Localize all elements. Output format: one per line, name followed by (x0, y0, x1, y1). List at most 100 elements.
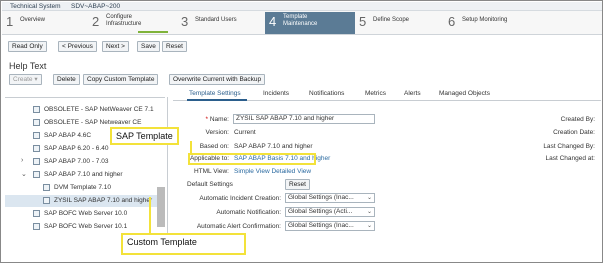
roadmap: 1 Overview 2 Configure Infrastructure 3 … (2, 11, 602, 35)
chevron-down-icon: ⌄ (366, 195, 372, 201)
create-label: Create (13, 76, 33, 83)
version-label: Version: (205, 129, 230, 136)
tab-notifications[interactable]: Notifications (309, 90, 344, 97)
step-number: 5 (359, 14, 367, 29)
template-icon (33, 119, 40, 126)
name-label: * Name: (205, 116, 230, 123)
delete-button[interactable]: Delete (53, 74, 80, 85)
tree-item[interactable]: SAP BOFC Web Server 10.1 (5, 221, 163, 233)
tab-metrics[interactable]: Metrics (365, 90, 386, 97)
title-bar: Technical System SDV~ABAP~200 (2, 2, 602, 11)
template-icon (33, 106, 40, 113)
html-view-links[interactable]: Simple View Detailed View (234, 168, 311, 175)
step-number: 1 (6, 14, 14, 29)
system-id: SDV~ABAP~200 (71, 3, 121, 10)
tree-item-label: SAP BOFC Web Server 10.0 (44, 210, 128, 217)
roadmap-step-template-maintenance[interactable]: 4 Template Maintenance (265, 12, 355, 34)
detail-tabs: Template Settings Incidents Notification… (173, 87, 601, 101)
template-icon (33, 158, 40, 165)
tree-scrollbar[interactable] (157, 187, 165, 227)
html-view-label: HTML View: (193, 168, 229, 175)
template-icon (33, 223, 40, 230)
tab-managed-objects[interactable]: Managed Objects (439, 90, 490, 97)
template-icon (43, 184, 50, 191)
tree-item-label: SAP BOFC Web Server 10.1 (44, 223, 128, 230)
tab-template-settings[interactable]: Template Settings (189, 90, 241, 97)
select-value: Global Settings (Inac... (288, 194, 354, 201)
roadmap-step-standard-users[interactable]: 3 Standard Users (177, 12, 257, 34)
tab-incidents[interactable]: Incidents (263, 90, 289, 97)
template-tree: OBSOLETE - SAP NetWeaver CE 7.1 OBSOLETE… (5, 97, 165, 247)
applicable-highlight-box (188, 153, 316, 165)
sap-template-callout: SAP Template (110, 127, 179, 145)
roadmap-step-define-scope[interactable]: 5 Define Scope (355, 12, 440, 34)
collapse-icon[interactable]: ⌄ (21, 170, 27, 178)
version-value: Current (234, 129, 256, 136)
step-label: Configure Infrastructure (106, 14, 142, 27)
progress-indicator (138, 31, 168, 33)
step-label: Setup Monitoring (462, 17, 508, 23)
template-icon (33, 132, 40, 139)
active-tab-indicator (187, 99, 247, 101)
overwrite-backup-button[interactable]: Overwrite Current with Backup (169, 74, 266, 85)
tree-item[interactable]: › SAP ABAP 7.00 - 7.03 (5, 156, 163, 168)
tree-item[interactable]: SAP BOFC Web Server 10.0 (5, 208, 163, 220)
tab-alerts[interactable]: Alerts (404, 90, 421, 97)
name-label-text: Name: (209, 116, 229, 123)
step-label: Standard Users (195, 17, 237, 23)
template-toolbar: Create ▾ Delete Copy Custom Template Ove… (2, 73, 602, 87)
tree-item-selected[interactable]: ZYSIL SAP ABAP 7.10 and higher (5, 195, 157, 207)
select-value: Global Settings (Acti... (288, 208, 353, 215)
alert-confirmation-label: Automatic Alert Confirmation: (196, 223, 281, 230)
create-dropdown[interactable]: Create ▾ (9, 74, 42, 85)
tree-item[interactable]: DVM Template 7.10 (5, 182, 163, 194)
title-label: Technical System (10, 3, 61, 10)
step-label: Overview (20, 17, 46, 23)
panel-divider (167, 97, 168, 249)
next-button[interactable]: Next > (102, 41, 129, 52)
copy-custom-template-button[interactable]: Copy Custom Template (83, 74, 159, 85)
previous-button[interactable]: < Previous (58, 41, 97, 52)
main-toolbar: Read Only < Previous Next > Save Reset (2, 35, 602, 55)
tree-item-label: ZYSIL SAP ABAP 7.10 and higher (54, 197, 153, 204)
select-value: Global Settings (Inac... (288, 222, 354, 229)
reset-button[interactable]: Reset (162, 41, 187, 52)
last-changed-at-label: Last Changed at: (545, 155, 595, 162)
roadmap-step-configure[interactable]: 2 Configure Infrastructure (88, 12, 168, 34)
template-icon (33, 145, 40, 152)
step-label: Define Scope (373, 17, 410, 23)
tree-item-label: SAP ABAP 7.10 and higher (44, 171, 123, 178)
template-icon (33, 171, 40, 178)
tree-item-label: OBSOLETE - SAP Netweaver CE (44, 119, 142, 126)
tree-item[interactable]: ⌄ SAP ABAP 7.10 and higher (5, 169, 163, 181)
save-button[interactable]: Save (137, 41, 160, 52)
template-icon (33, 210, 40, 217)
step-number: 3 (181, 14, 189, 29)
alert-confirmation-select[interactable]: Global Settings (Inac... ⌄ (285, 221, 375, 231)
step-number: 2 (92, 14, 100, 29)
tree-item-label: SAP ABAP 6.20 - 6.40 (44, 145, 109, 152)
based-on-value: SAP ABAP 7.10 and higher (234, 143, 313, 150)
roadmap-step-setup-monitoring[interactable]: 6 Setup Monitoring (444, 12, 544, 34)
expand-icon[interactable]: › (21, 157, 23, 164)
tree-item-label: SAP ABAP 4.6C (44, 132, 92, 139)
created-by-label: Created By: (560, 116, 595, 123)
notification-label: Automatic Notification: (216, 209, 281, 216)
tree-item-label: DVM Template 7.10 (54, 184, 111, 191)
chevron-down-icon: ⌄ (366, 223, 372, 229)
tree-item[interactable]: OBSOLETE - SAP NetWeaver CE 7.1 (5, 104, 163, 116)
chevron-down-icon: ⌄ (366, 209, 372, 215)
read-only-button[interactable]: Read Only (8, 41, 47, 52)
default-settings-heading: Default Settings (187, 181, 233, 188)
step-number: 6 (448, 14, 456, 29)
name-input[interactable]: ZYSIL SAP ABAP 7.10 and higher (233, 114, 375, 124)
notification-select[interactable]: Global Settings (Acti... ⌄ (285, 207, 375, 217)
help-text-heading: Help Text (9, 61, 47, 71)
roadmap-step-overview[interactable]: 1 Overview (2, 12, 72, 34)
callout-connector (149, 197, 151, 233)
default-reset-button[interactable]: Reset (285, 179, 310, 190)
incident-creation-select[interactable]: Global Settings (Inac... ⌄ (285, 193, 375, 203)
step-number: 4 (269, 14, 277, 29)
template-icon (43, 197, 50, 204)
window-frame: Technical System SDV~ABAP~200 1 Overview… (0, 0, 603, 263)
